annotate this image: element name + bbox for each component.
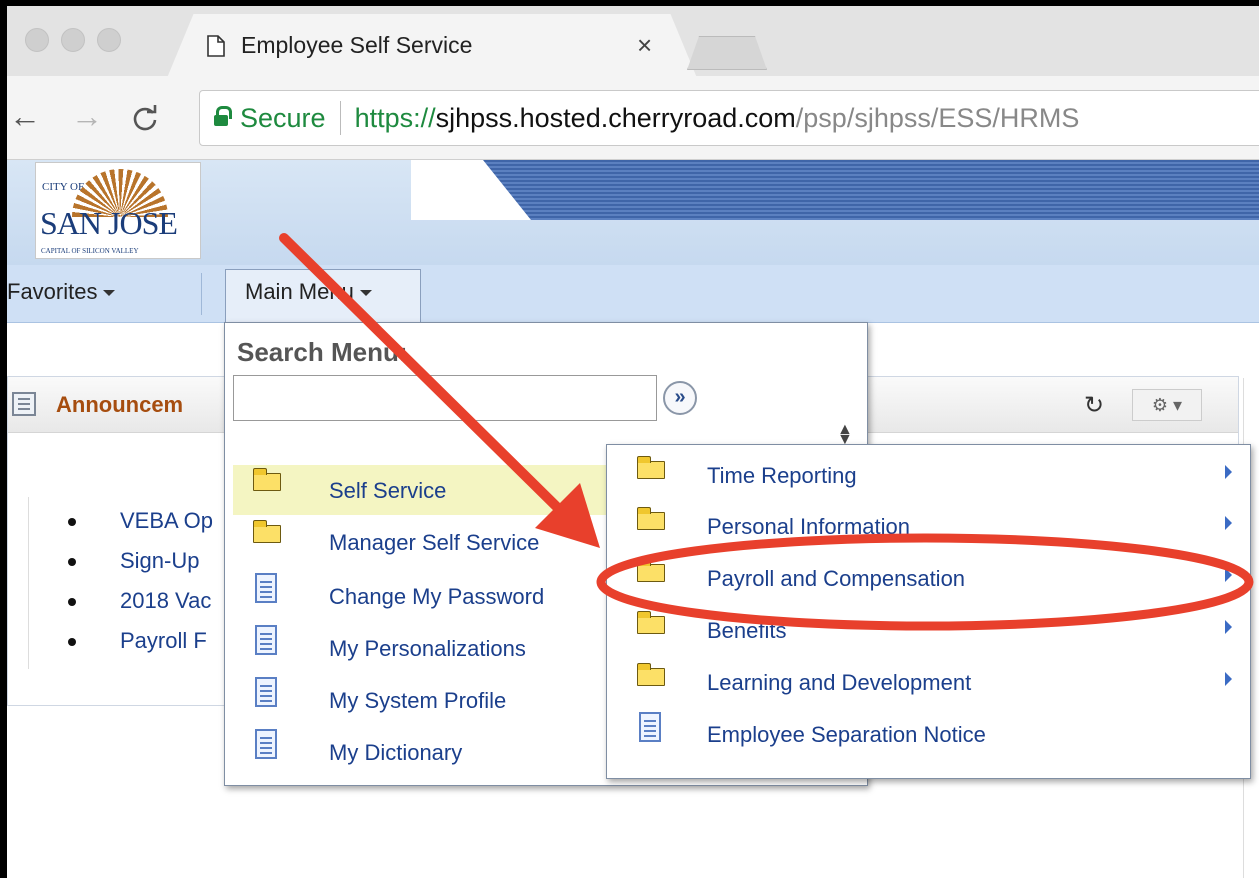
- browser-window: Employee Self Service × ← → Secure https…: [7, 6, 1259, 878]
- search-menu-label: Search Menu:: [237, 337, 408, 367]
- tab-title: Employee Self Service: [241, 32, 473, 58]
- menu-item-label: My Dictionary: [329, 740, 463, 765]
- window-zoom-dot[interactable]: [97, 28, 121, 52]
- menu-bar: Favorites Main Menu: [7, 265, 1259, 323]
- menu-item-label: Change My Password: [329, 584, 545, 609]
- menu-item-label: My System Profile: [329, 688, 507, 713]
- chevron-right-icon: [1225, 620, 1232, 634]
- submenu-item-benefits[interactable]: Benefits: [607, 600, 1250, 650]
- favorites-menu[interactable]: Favorites: [7, 279, 116, 305]
- chevron-right-icon: [1225, 516, 1232, 530]
- folder-icon: [253, 520, 281, 543]
- submenu-item-personal-information[interactable]: Personal Information: [607, 496, 1250, 546]
- folder-icon: [637, 456, 665, 479]
- site-header: CITY OF SAN JOSE CAPITAL OF SILICON VALL…: [7, 160, 1259, 265]
- chevron-right-icon: [1225, 568, 1232, 582]
- url-host: sjhpss.hosted.cherryroad.com: [435, 102, 796, 133]
- submenu-item-label: Time Reporting: [707, 463, 857, 488]
- tab-close-icon[interactable]: ×: [637, 30, 652, 61]
- lock-icon: [214, 106, 232, 126]
- submenu-item-employee-separation-notice[interactable]: Employee Separation Notice: [607, 704, 1250, 754]
- submenu-item-time-reporting[interactable]: Time Reporting: [607, 445, 1250, 495]
- forward-arrow-icon[interactable]: →: [71, 100, 103, 132]
- browser-tab[interactable]: Employee Self Service ×: [167, 14, 697, 78]
- chevron-right-icon: [1225, 465, 1232, 479]
- tab-strip: Employee Self Service ×: [7, 6, 1259, 78]
- pagelet-title: Announcem: [56, 392, 184, 417]
- search-menu-input[interactable]: [233, 375, 657, 421]
- secure-label: Secure: [240, 102, 326, 133]
- folder-icon: [637, 507, 665, 530]
- browser-toolbar: ← → Secure https:// sjhpss.hosted.cherry…: [7, 76, 1259, 160]
- document-icon: [255, 729, 277, 759]
- submenu-item-label: Payroll and Compensation: [707, 566, 966, 591]
- refresh-icon[interactable]: ↻: [1084, 391, 1104, 420]
- announcements-list: VEBA Op Sign-Up 2018 Vac Payroll F: [62, 501, 213, 661]
- reload-icon[interactable]: [131, 104, 159, 132]
- folder-icon: [253, 468, 281, 491]
- submenu-item-label: Learning and Development: [707, 670, 972, 695]
- sort-arrows-icon[interactable]: ▲ ▼: [837, 422, 853, 448]
- window-close-dot[interactable]: [25, 28, 49, 52]
- submenu-item-learning-and-development[interactable]: Learning and Development: [607, 652, 1250, 702]
- pagelet-divider: [28, 497, 29, 669]
- window-minimize-dot[interactable]: [61, 28, 85, 52]
- document-icon: [255, 625, 277, 655]
- folder-icon: [637, 611, 665, 634]
- submenu-item-label: Personal Information: [707, 514, 910, 539]
- url-path: /psp/sjhpss/ESS/HRMS: [795, 102, 1080, 133]
- chevron-right-icon: [1225, 672, 1232, 686]
- document-icon: [639, 712, 661, 742]
- announcement-link[interactable]: Payroll F: [62, 621, 213, 661]
- menu-item-label: Self Service: [329, 478, 447, 503]
- page-icon: [207, 34, 225, 57]
- document-icon: [255, 677, 277, 707]
- main-menu[interactable]: Main Menu: [245, 279, 372, 305]
- announcement-link[interactable]: VEBA Op: [62, 501, 213, 541]
- favorites-label: Favorites: [7, 279, 98, 304]
- logo-tagline: CAPITAL OF SILICON VALLEY: [41, 247, 139, 255]
- announcement-link[interactable]: 2018 Vac: [62, 581, 213, 621]
- menu-item-label: Manager Self Service: [329, 530, 540, 555]
- announcement-link[interactable]: Sign-Up: [62, 541, 213, 581]
- folder-icon: [637, 559, 665, 582]
- url-divider: [339, 101, 341, 135]
- search-go-icon[interactable]: »: [663, 381, 697, 415]
- address-bar[interactable]: Secure https:// sjhpss.hosted.cherryroad…: [199, 90, 1259, 146]
- pagelet-settings-button[interactable]: ⚙ ▾: [1132, 389, 1202, 421]
- new-tab-button[interactable]: [687, 36, 767, 70]
- menu-item-label: My Personalizations: [329, 636, 526, 661]
- document-icon: [255, 573, 277, 603]
- submenu-item-payroll-and-compensation[interactable]: Payroll and Compensation: [607, 548, 1250, 598]
- header-banner: [411, 160, 1259, 220]
- submenu-item-label: Employee Separation Notice: [707, 722, 986, 747]
- chevron-down-icon: [359, 290, 372, 297]
- main-menu-label: Main Menu: [245, 279, 354, 304]
- url-scheme: https://: [354, 102, 436, 133]
- menubar-divider: [201, 273, 202, 315]
- checklist-icon: [12, 392, 36, 416]
- chevron-down-icon: [103, 290, 116, 297]
- back-arrow-icon[interactable]: ←: [9, 100, 41, 132]
- logo-name: SAN JOSE: [40, 205, 178, 241]
- folder-icon: [637, 663, 665, 686]
- logo-city-of: CITY OF: [42, 181, 85, 193]
- city-logo[interactable]: CITY OF SAN JOSE CAPITAL OF SILICON VALL…: [35, 162, 201, 259]
- self-service-submenu: Time Reporting Personal Information Payr…: [606, 444, 1251, 779]
- submenu-item-label: Benefits: [707, 618, 787, 643]
